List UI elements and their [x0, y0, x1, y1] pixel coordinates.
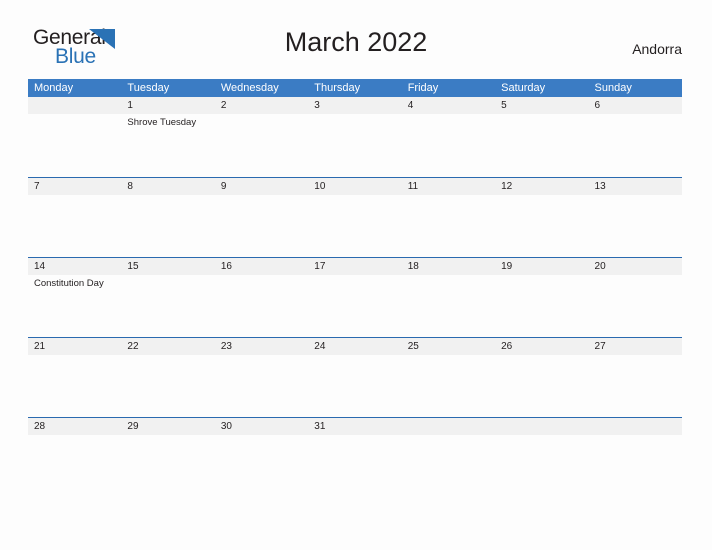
day-number[interactable]: 21 [28, 338, 121, 355]
day-number[interactable]: 8 [121, 178, 214, 195]
day-cell [402, 435, 495, 497]
day-cell[interactable] [589, 114, 682, 176]
day-number[interactable]: 2 [215, 97, 308, 114]
day-cell[interactable] [402, 275, 495, 337]
day-cell[interactable] [121, 355, 214, 417]
day-cell[interactable] [495, 195, 588, 257]
day-cell[interactable] [308, 435, 401, 497]
page-header: General Blue March 2022 Andorra [0, 26, 712, 70]
day-cell[interactable] [308, 275, 401, 337]
day-number[interactable]: 13 [589, 178, 682, 195]
day-cell[interactable] [121, 195, 214, 257]
day-number[interactable]: 11 [402, 178, 495, 195]
day-number[interactable]: 12 [495, 178, 588, 195]
day-cell[interactable] [215, 195, 308, 257]
weekday-header-thursday: Thursday [314, 82, 361, 94]
day-number[interactable]: 3 [308, 97, 401, 114]
weekday-header-monday: Monday [34, 82, 74, 94]
day-cell [28, 114, 121, 176]
day-number[interactable]: 28 [28, 418, 121, 435]
day-number[interactable]: 7 [28, 178, 121, 195]
day-number[interactable]: 18 [402, 258, 495, 275]
day-number[interactable]: 31 [308, 418, 401, 435]
day-cell[interactable] [308, 355, 401, 417]
day-number[interactable]: 15 [121, 258, 214, 275]
day-cell[interactable] [215, 114, 308, 176]
weekday-header-friday: Friday [407, 82, 439, 94]
week-date-band: 123456 [28, 97, 682, 114]
day-number[interactable]: 14 [28, 258, 121, 275]
day-cell[interactable] [495, 275, 588, 337]
day-cell[interactable] [495, 114, 588, 176]
page-title: March 2022 [284, 27, 428, 57]
day-cell [495, 435, 588, 497]
day-number[interactable]: 6 [589, 97, 682, 114]
day-cell[interactable] [402, 195, 495, 257]
day-cell[interactable] [308, 114, 401, 176]
day-number[interactable]: 4 [402, 97, 495, 114]
week-event-band: Constitution Day [28, 275, 682, 337]
calendar-week-row: 1 2 3 4 5 6 Shrove Tuesday [28, 97, 682, 177]
day-number[interactable]: 5 [495, 97, 588, 114]
day-number[interactable]: 9 [215, 178, 308, 195]
calendar-week-row: 14 15 16 17 18 19 20 Constitution Day [28, 257, 682, 337]
day-cell[interactable] [28, 195, 121, 257]
week-date-band: 21 22 23 24 25 26 27 [28, 338, 682, 355]
week-date-band: 28 29 30 31 [28, 418, 682, 435]
weekday-header-row: Monday Tuesday Wednesday Thursday Friday Satu… [28, 79, 682, 97]
day-number[interactable]: 10 [308, 178, 401, 195]
day-cell[interactable] [402, 355, 495, 417]
day-number[interactable]: 30 [215, 418, 308, 435]
day-cell[interactable] [121, 275, 214, 337]
day-event-label: Shrove Tuesday [127, 117, 197, 128]
day-number[interactable]: 29 [121, 418, 214, 435]
day-cell[interactable] [308, 195, 401, 257]
calendar-weeks: 1 2 3 4 5 6 Shrove Tuesday 7 8 9 10 11 12 13 14 15 16 17 1… [28, 97, 682, 497]
calendar-location: Andorra [632, 41, 682, 57]
calendar-week-row: 7 8 9 10 11 12 13 [28, 177, 682, 257]
day-number[interactable]: 27 [589, 338, 682, 355]
calendar-grid: Monday Tuesday Wednesday Thursday Friday Satu… [28, 79, 682, 497]
day-cell[interactable] [589, 195, 682, 257]
day-cell[interactable] [589, 355, 682, 417]
day-number[interactable]: 16 [215, 258, 308, 275]
day-cell[interactable] [495, 355, 588, 417]
day-cell[interactable] [28, 435, 121, 497]
day-cell[interactable] [402, 114, 495, 176]
week-event-band: Shrove Tuesday [28, 114, 682, 176]
day-number[interactable]: 25 [402, 338, 495, 355]
day-cell[interactable] [589, 275, 682, 337]
week-event-band [28, 435, 682, 497]
day-cell[interactable] [121, 435, 214, 497]
day-cell [589, 435, 682, 497]
day-number[interactable]: 1 [121, 97, 214, 114]
calendar-page: General Blue March 2022 Andorra Monday Tu… [0, 0, 712, 550]
day-number[interactable]: 20 [589, 258, 682, 275]
day-number[interactable]: 24 [308, 338, 401, 355]
week-event-band [28, 355, 682, 417]
week-event-band [28, 195, 682, 257]
day-cell[interactable]: Shrove Tuesday [121, 114, 214, 176]
weekday-header-saturday: Saturday [501, 82, 546, 94]
weekday-header-tuesday: Tuesday [127, 82, 170, 94]
day-cell[interactable]: Constitution Day [28, 275, 121, 337]
day-number[interactable]: 23 [215, 338, 308, 355]
weekday-header-sunday: Sunday [594, 82, 632, 94]
day-cell[interactable] [215, 435, 308, 497]
day-cell[interactable] [28, 355, 121, 417]
day-cell[interactable] [215, 275, 308, 337]
calendar-week-row: 21 22 23 24 25 26 27 [28, 337, 682, 417]
day-number[interactable]: 17 [308, 258, 401, 275]
week-date-band: 7 8 9 10 11 12 13 [28, 178, 682, 195]
weekday-header-wednesday: Wednesday [220, 82, 279, 94]
day-number[interactable]: 26 [495, 338, 588, 355]
day-number[interactable]: 19 [495, 258, 588, 275]
day-cell[interactable] [215, 355, 308, 417]
day-number[interactable]: 22 [121, 338, 214, 355]
week-date-band: 14 15 16 17 18 19 20 [28, 258, 682, 275]
day-event-label: Constitution Day [34, 278, 104, 289]
calendar-week-row: 28 29 30 31 [28, 417, 682, 497]
